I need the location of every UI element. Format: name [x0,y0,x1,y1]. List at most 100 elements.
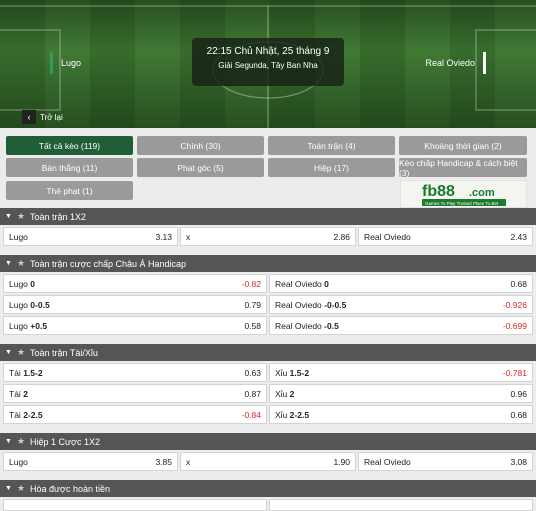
section-header-draw-no-bet[interactable]: ▼ ★ Hòa được hoàn tiền [0,480,536,497]
selection-label: Real Oviedo -0.5 [275,320,339,331]
star-icon[interactable]: ★ [17,258,25,269]
section-title: Toàn trận Tài/Xỉu [30,347,98,358]
odds-cell[interactable]: Tài 2-2.5 -0.84 [3,405,267,424]
match-info: 22:15 Chủ Nhật, 25 tháng 9 Giải Segunda,… [192,38,344,86]
selection-label: Lugo 0-0.5 [9,299,50,310]
odds-cell[interactable]: Xỉu 2-2.5 0.68 [269,405,533,424]
odds-value: 3.85 [155,456,172,467]
odds-value: -0.82 [241,278,261,289]
star-icon[interactable]: ★ [17,436,25,447]
odds-value: 0.87 [244,388,261,399]
section-title: Toàn trận 1X2 [30,211,87,222]
odds-value: -0.84 [241,409,261,420]
section-title: Toàn trận cược chấp Châu Á Handicap [30,258,187,269]
section-header-half1-1x2[interactable]: ▼ ★ Hiệp 1 Cược 1X2 [0,433,536,450]
section-title: Hòa được hoàn tiền [30,483,110,494]
filter-period[interactable]: Khoảng thời gian (2) [399,136,527,155]
svg-text:Games To Play Trusted Place: Games To Play Trusted Place To Bet [425,201,499,206]
odds-value: 0.58 [244,320,261,331]
odds-cell[interactable]: x 1.90 [180,452,356,471]
odds-cell[interactable]: x 2.86 [180,227,356,246]
match-datetime: 22:15 Chủ Nhật, 25 tháng 9 [206,46,330,57]
caret-down-icon: ▼ [5,485,12,492]
away-team: Real Oviedo [425,52,486,74]
selection-label: Tài 2 [9,388,28,399]
league-name: Giải Segunda, Tây Ban Nha [218,61,318,70]
chevron-left-icon: ‹ [22,110,36,124]
filter-main[interactable]: Chính (30) [137,136,264,155]
odds-cell[interactable]: Lugo 0-0.5 0.79 [3,295,267,314]
selection-label: Xỉu 1.5-2 [275,367,310,378]
star-icon[interactable]: ★ [17,347,25,358]
back-button[interactable]: ‹ Trở lại [22,110,63,124]
odds-cell[interactable]: Xỉu 1.5-2 -0.781 [269,363,533,382]
odds-value: 0.68 [510,409,527,420]
selection-label: Real Oviedo [364,456,411,467]
selection-label: Lugo +0.5 [9,320,48,331]
odds-value: 0.68 [510,278,527,289]
filter-all[interactable]: Tất cả kèo (119) [6,136,133,155]
filter-half[interactable]: Hiệp (17) [268,158,395,177]
odds-cell[interactable]: Xỉu 2 0.96 [269,384,533,403]
selection-label: Tài 1.5-2 [9,367,43,378]
odds-value: 0.63 [244,367,261,378]
filter-fulltime[interactable]: Toàn trận (4) [268,136,395,155]
caret-down-icon: ▼ [5,349,12,356]
selection-label: Xỉu 2 [275,388,295,399]
selection-label: x [186,456,191,467]
odds-value: 2.86 [333,231,350,242]
odds-cell[interactable] [269,499,533,511]
match-bar: Lugo 22:15 Chủ Nhật, 25 tháng 9 Giải Seg… [46,38,490,86]
odds-value: -0.699 [502,320,527,331]
svg-text:fb88: fb88 [422,183,455,200]
odds-cell[interactable] [3,499,267,511]
section-header-over-under[interactable]: ▼ ★ Toàn trận Tài/Xỉu [0,344,536,361]
selection-label: Real Oviedo [364,231,411,242]
star-icon[interactable]: ★ [17,483,25,494]
filter-goals[interactable]: Bàn thắng (11) [6,158,133,177]
selection-label: Lugo 0 [9,278,36,289]
filter-cards[interactable]: Thẻ phạt (1) [6,181,133,200]
selection-label: Lugo [9,456,28,467]
section-header-1x2[interactable]: ▼ ★ Toàn trận 1X2 [0,208,536,225]
caret-down-icon: ▼ [5,438,12,445]
odds-cell[interactable]: Tài 2 0.87 [3,384,267,403]
selection-label: Tài 2-2.5 [9,409,43,420]
fb88-logo: fb88 .com Games To Play Trusted Place To… [399,179,528,209]
home-team: Lugo [50,52,81,74]
selection-label: Real Oviedo 0 [275,278,329,289]
odds-cell[interactable]: Real Oviedo 3.08 [358,452,533,471]
svg-text:.com: .com [469,187,495,199]
match-hero: Lugo 22:15 Chủ Nhật, 25 tháng 9 Giải Seg… [0,0,536,128]
odds-value: 1.90 [333,456,350,467]
odds-value: 3.08 [510,456,527,467]
odds-value: 2.43 [510,231,527,242]
odds-value: 3.13 [155,231,172,242]
caret-down-icon: ▼ [5,260,12,267]
odds-cell[interactable]: Real Oviedo -0-0.5 -0.926 [269,295,533,314]
odds-cell[interactable]: Real Oviedo -0.5 -0.699 [269,316,533,335]
odds-value: 0.79 [244,299,261,310]
odds-value: -0.926 [502,299,527,310]
odds-value: -0.781 [502,367,527,378]
back-label: Trở lại [40,112,63,122]
odds-cell[interactable]: Real Oviedo 0 0.68 [269,274,533,293]
filter-handicap[interactable]: Kèo chấp Handicap & cách biệt (3) [399,158,527,178]
section-header-handicap[interactable]: ▼ ★ Toàn trận cược chấp Châu Á Handicap [0,255,536,272]
odds-cell[interactable]: Lugo 3.13 [3,227,178,246]
selection-label: Lugo [9,231,28,242]
section-title: Hiệp 1 Cược 1X2 [30,436,100,447]
selection-label: Xỉu 2-2.5 [275,409,310,420]
odds-cell[interactable]: Lugo 3.85 [3,452,178,471]
odds-cell[interactable]: Tài 1.5-2 0.63 [3,363,267,382]
fb88-banner[interactable]: fb88 .com Games To Play Trusted Place To… [399,179,528,209]
caret-down-icon: ▼ [5,213,12,220]
selection-label: Real Oviedo -0-0.5 [275,299,347,310]
odds-cell[interactable]: Lugo +0.5 0.58 [3,316,267,335]
selection-label: x [186,231,191,242]
odds-cell[interactable]: Real Oviedo 2.43 [358,227,533,246]
odds-cell[interactable]: Lugo 0 -0.82 [3,274,267,293]
odds-value: 0.96 [510,388,527,399]
filter-corners[interactable]: Phạt góc (5) [137,158,264,177]
star-icon[interactable]: ★ [17,211,25,222]
